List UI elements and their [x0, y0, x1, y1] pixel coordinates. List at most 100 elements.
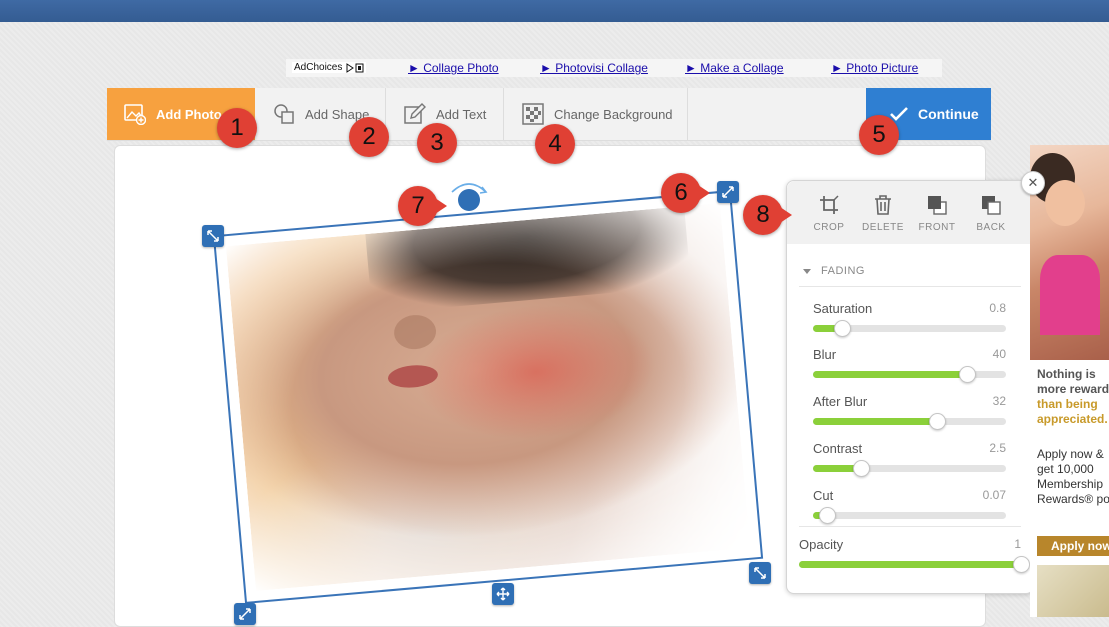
ad-headline-line: Nothing is	[1037, 367, 1096, 381]
front-label: FRONT	[918, 222, 956, 233]
move-handle[interactable]	[492, 583, 514, 605]
bring-front-button[interactable]: FRONT	[912, 195, 962, 233]
checkerboard-icon	[522, 103, 544, 125]
ad-body: Apply now & get 10,000 Membership Reward…	[1037, 447, 1109, 507]
slider-value: 2.5	[989, 441, 1006, 455]
ad-headline-line: than being	[1037, 397, 1098, 411]
ad-photo-face	[1045, 180, 1085, 226]
ad-link-make-a-collage[interactable]: ► Make a Collage	[685, 61, 784, 75]
slider-label: Opacity	[799, 537, 844, 552]
resize-diagonal-icon	[722, 186, 734, 198]
slider-track[interactable]	[813, 507, 1006, 524]
add-photo-icon	[124, 104, 146, 125]
ad-link-bar: AdChoices ► Collage Photo ► Photovisi Co…	[286, 59, 942, 77]
panel-divider	[799, 526, 1021, 527]
continue-label: Continue	[918, 106, 979, 122]
send-to-back-icon	[982, 196, 1001, 215]
slider-value: 0.07	[982, 488, 1006, 502]
annotation-marker-8: 8	[743, 195, 792, 235]
add-photo-label: Add Photo	[156, 106, 222, 122]
slider-fill	[813, 418, 937, 425]
annotation-marker-6: 6	[661, 173, 710, 213]
ad-link-collage-photo[interactable]: ► Collage Photo	[408, 61, 499, 75]
edit-text-icon	[404, 103, 426, 124]
slider-label: Contrast	[813, 441, 863, 456]
slider-fill	[813, 371, 968, 378]
selected-photo-frame[interactable]	[212, 190, 764, 604]
annotation-marker-2: 2	[349, 117, 389, 157]
move-arrows-icon	[496, 587, 510, 601]
slider-label: After Blur	[813, 394, 868, 409]
resize-handle-bottom-right[interactable]	[749, 562, 771, 584]
ad-headline-line: appreciated.	[1037, 412, 1108, 426]
delete-button[interactable]: DELETE	[858, 195, 908, 233]
slider-track[interactable]	[813, 413, 1006, 430]
annotation-marker-4: 4	[535, 124, 575, 164]
resize-handle-top-left[interactable]	[202, 225, 224, 247]
ad-link-photo-picture[interactable]: ► Photo Picture	[831, 61, 918, 75]
resize-diagonal-icon	[207, 230, 219, 242]
change-background-button[interactable]: Change Background	[504, 88, 688, 140]
fading-section-toggle[interactable]: FADING	[803, 265, 865, 277]
ad-link-photovisi-collage[interactable]: ► Photovisi Collage	[540, 61, 648, 75]
slider-track[interactable]	[813, 460, 1006, 477]
annotation-marker-5: 5	[859, 115, 899, 155]
adchoices-icon	[346, 62, 364, 73]
opacity-slider[interactable]: Opacity 1	[799, 537, 1030, 573]
slider-track[interactable]	[799, 556, 1030, 573]
slider-track[interactable]	[813, 320, 1006, 337]
slider-label: Saturation	[813, 301, 873, 316]
ad-body-line: Rewards® poi	[1037, 492, 1109, 506]
crop-icon	[820, 195, 839, 214]
annotation-marker-3: 3	[417, 123, 457, 163]
panel-divider	[799, 286, 1021, 287]
slider-track[interactable]	[813, 366, 1006, 383]
slider-thumb[interactable]	[1013, 556, 1030, 573]
ad-apply-now-button[interactable]: Apply now	[1037, 536, 1109, 556]
crop-button[interactable]: CROP	[804, 195, 854, 233]
ad-body-line: Apply now &	[1037, 447, 1104, 461]
photo-properties-panel: CROP DELETE FRONT BACK FADING Saturation…	[786, 180, 1034, 594]
child-face-photo[interactable]	[225, 203, 751, 591]
resize-handle-bottom-left[interactable]	[234, 603, 256, 625]
resize-handle-top-right[interactable]	[717, 181, 739, 203]
after-blur-slider[interactable]: After Blur 32	[813, 394, 1006, 430]
slider-thumb[interactable]	[853, 460, 871, 477]
close-icon: ✕	[1027, 175, 1039, 190]
slider-label: Blur	[813, 347, 837, 362]
slider-label: Cut	[813, 488, 834, 503]
slider-thumb[interactable]	[959, 366, 977, 383]
slider-thumb[interactable]	[928, 413, 946, 430]
send-back-button[interactable]: BACK	[966, 195, 1016, 233]
slider-thumb[interactable]	[818, 507, 836, 524]
adchoices-badge[interactable]: AdChoices	[292, 62, 367, 73]
photo-lips-area	[387, 363, 439, 390]
resize-diagonal-icon	[239, 608, 251, 620]
annotation-marker-7: 7	[398, 186, 447, 226]
photo-nose-area	[392, 313, 438, 351]
change-background-label: Change Background	[554, 106, 673, 122]
ad-photo-dress	[1040, 255, 1100, 335]
ad-body-line: get 10,000	[1037, 462, 1094, 476]
slider-thumb[interactable]	[833, 320, 851, 337]
bring-to-front-icon	[928, 196, 947, 215]
close-ad-button[interactable]: ✕	[1021, 171, 1045, 195]
delete-label: DELETE	[862, 222, 904, 233]
slider-value: 32	[992, 394, 1006, 408]
cut-slider[interactable]: Cut 0.07	[813, 488, 1006, 524]
saturation-slider[interactable]: Saturation 0.8	[813, 301, 1006, 337]
contrast-slider[interactable]: Contrast 2.5	[813, 441, 1006, 477]
slider-value: 40	[992, 347, 1006, 361]
fading-section-label: FADING	[821, 265, 865, 277]
ad-body-line: Membership	[1037, 477, 1104, 491]
ad-credit-card-image	[1037, 565, 1109, 617]
panel-toolbar: CROP DELETE FRONT BACK	[787, 181, 1033, 244]
add-text-label: Add Text	[436, 106, 487, 122]
rotate-handle[interactable]	[458, 189, 480, 211]
back-label: BACK	[976, 222, 1006, 233]
side-advertisement[interactable]: Nothing is more reward than being apprec…	[1030, 145, 1109, 617]
annotation-marker-1: 1	[217, 108, 257, 148]
blur-slider[interactable]: Blur 40	[813, 347, 1006, 383]
slider-value: 1	[1014, 537, 1021, 551]
trash-icon	[875, 195, 891, 215]
